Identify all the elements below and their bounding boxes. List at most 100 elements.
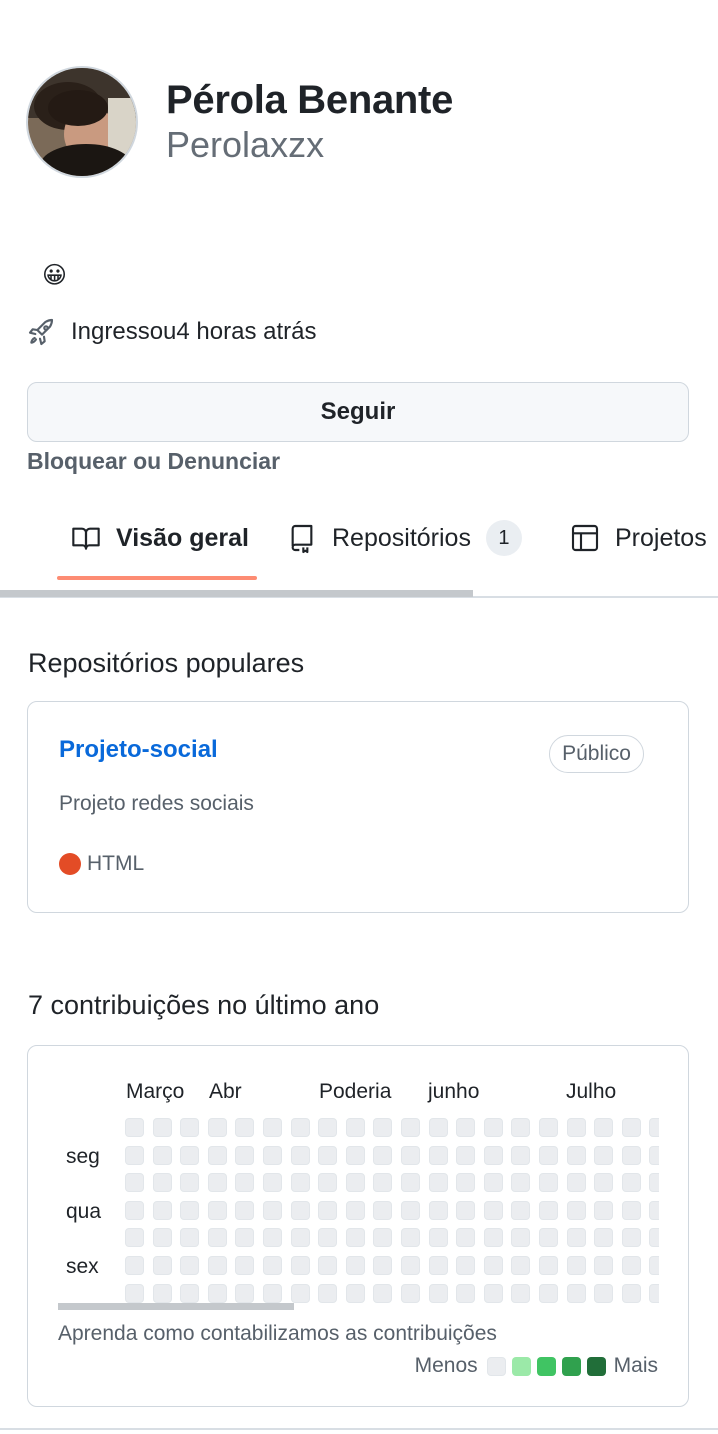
contribution-cell[interactable]	[428, 1256, 448, 1275]
contribution-cell[interactable]	[594, 1118, 614, 1137]
repo-name-link[interactable]: Projeto-social	[59, 736, 218, 764]
contribution-cell[interactable]	[263, 1283, 282, 1303]
contribution-cell[interactable]	[263, 1173, 282, 1193]
contribution-cell[interactable]	[207, 1173, 227, 1193]
contribution-cell[interactable]	[621, 1200, 641, 1220]
contribution-cell[interactable]	[345, 1118, 365, 1137]
contribution-cell[interactable]	[180, 1145, 200, 1165]
contribution-cell[interactable]	[152, 1173, 172, 1193]
contribution-cell[interactable]	[290, 1200, 310, 1220]
contribution-cell[interactable]	[125, 1200, 144, 1220]
contribution-cell[interactable]	[621, 1145, 641, 1165]
contribution-cell[interactable]	[373, 1256, 393, 1275]
contribution-cell[interactable]	[511, 1118, 531, 1137]
contribution-cell[interactable]	[207, 1256, 227, 1275]
contribution-cell[interactable]	[235, 1118, 255, 1137]
contribution-cell[interactable]	[511, 1283, 531, 1303]
contribution-cell[interactable]	[566, 1228, 586, 1248]
block-report-link[interactable]: Bloquear ou Denunciar	[27, 448, 280, 475]
contribution-cell[interactable]	[511, 1145, 531, 1165]
graph-scrollbar[interactable]	[58, 1303, 294, 1310]
contribution-cell[interactable]	[483, 1283, 503, 1303]
contribution-cell[interactable]	[401, 1200, 420, 1220]
contribution-cell[interactable]	[152, 1228, 172, 1248]
contribution-cell[interactable]	[345, 1228, 365, 1248]
contribution-cell[interactable]	[152, 1256, 172, 1275]
contribution-cell[interactable]	[649, 1283, 659, 1303]
avatar[interactable]	[26, 66, 138, 178]
contribution-cell[interactable]	[152, 1200, 172, 1220]
contribution-cell[interactable]	[290, 1118, 310, 1137]
contribution-cell[interactable]	[428, 1200, 448, 1220]
contribution-cell[interactable]	[483, 1173, 503, 1193]
contribution-cell[interactable]	[125, 1228, 144, 1248]
contribution-cell[interactable]	[566, 1283, 586, 1303]
contribution-cell[interactable]	[290, 1173, 310, 1193]
contribution-cell[interactable]	[125, 1256, 144, 1275]
contribution-cell[interactable]	[594, 1228, 614, 1248]
tab-overview[interactable]: Visão geral	[70, 510, 249, 566]
contribution-cell[interactable]	[621, 1283, 641, 1303]
contribution-cell[interactable]	[401, 1118, 420, 1137]
tab-projects[interactable]: Projetos	[569, 510, 707, 566]
contribution-cell[interactable]	[456, 1173, 476, 1193]
contribution-cell[interactable]	[456, 1145, 476, 1165]
contribution-cell[interactable]	[125, 1145, 144, 1165]
contribution-cell[interactable]	[207, 1118, 227, 1137]
contribution-cell[interactable]	[649, 1145, 659, 1165]
contribution-cell[interactable]	[456, 1256, 476, 1275]
contribution-cell[interactable]	[539, 1228, 558, 1248]
contribution-cell[interactable]	[235, 1173, 255, 1193]
contribution-cell[interactable]	[621, 1228, 641, 1248]
contribution-cell[interactable]	[483, 1200, 503, 1220]
contribution-cell[interactable]	[511, 1173, 531, 1193]
contribution-cell[interactable]	[373, 1283, 393, 1303]
contribution-cell[interactable]	[401, 1173, 420, 1193]
contribution-cell[interactable]	[207, 1228, 227, 1248]
contribution-cell[interactable]	[180, 1200, 200, 1220]
contribution-cell[interactable]	[428, 1145, 448, 1165]
contribution-cell[interactable]	[235, 1200, 255, 1220]
contribution-cell[interactable]	[428, 1228, 448, 1248]
contribution-cell[interactable]	[594, 1256, 614, 1275]
contribution-cell[interactable]	[290, 1228, 310, 1248]
contribution-cell[interactable]	[428, 1173, 448, 1193]
contribution-cell[interactable]	[428, 1283, 448, 1303]
contribution-cell[interactable]	[428, 1118, 448, 1137]
contribution-cell[interactable]	[263, 1145, 282, 1165]
contribution-cell[interactable]	[594, 1200, 614, 1220]
contribution-cell[interactable]	[373, 1145, 393, 1165]
contribution-cell[interactable]	[401, 1256, 420, 1275]
contribution-cell[interactable]	[345, 1200, 365, 1220]
contribution-cell[interactable]	[649, 1228, 659, 1248]
contribution-cell[interactable]	[539, 1200, 558, 1220]
contribution-cell[interactable]	[511, 1256, 531, 1275]
contribution-cell[interactable]	[290, 1256, 310, 1275]
contribution-cell[interactable]	[180, 1118, 200, 1137]
contribution-cell[interactable]	[539, 1173, 558, 1193]
contribution-cell[interactable]	[483, 1145, 503, 1165]
contribution-cell[interactable]	[566, 1173, 586, 1193]
contribution-cell[interactable]	[263, 1200, 282, 1220]
contribution-cell[interactable]	[290, 1145, 310, 1165]
contribution-cell[interactable]	[180, 1256, 200, 1275]
contribution-cell[interactable]	[401, 1283, 420, 1303]
contribution-cell[interactable]	[566, 1200, 586, 1220]
contribution-cell[interactable]	[318, 1200, 338, 1220]
contribution-cell[interactable]	[456, 1283, 476, 1303]
contribution-cell[interactable]	[456, 1200, 476, 1220]
contribution-cell[interactable]	[594, 1173, 614, 1193]
contribution-cell[interactable]	[483, 1118, 503, 1137]
contribution-cell[interactable]	[649, 1256, 659, 1275]
contribution-cell[interactable]	[263, 1256, 282, 1275]
contribution-cell[interactable]	[456, 1228, 476, 1248]
contribution-cell[interactable]	[373, 1200, 393, 1220]
contribution-cell[interactable]	[566, 1118, 586, 1137]
contribution-cell[interactable]	[345, 1256, 365, 1275]
contribution-cell[interactable]	[207, 1200, 227, 1220]
contribution-cell[interactable]	[318, 1228, 338, 1248]
contribution-cell[interactable]	[539, 1145, 558, 1165]
contribution-cell[interactable]	[318, 1256, 338, 1275]
contribution-cell[interactable]	[345, 1145, 365, 1165]
contribution-cell[interactable]	[456, 1118, 476, 1137]
